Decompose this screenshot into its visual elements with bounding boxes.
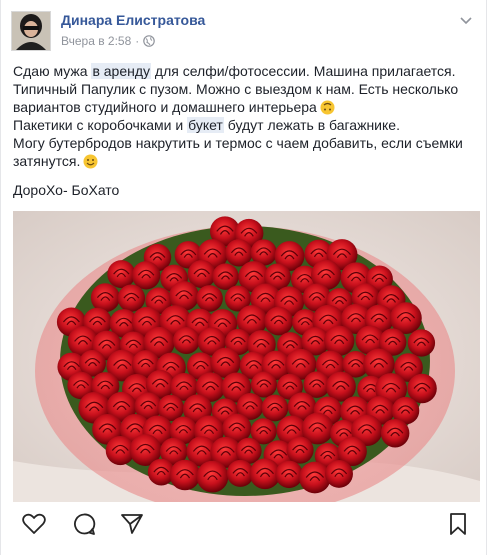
rose-flower: [407, 329, 436, 357]
chevron-down-icon[interactable]: [458, 13, 474, 29]
author-name[interactable]: Динара Елистратова: [61, 12, 205, 28]
post-text-line: будут лежать в багажнике.: [223, 117, 400, 133]
rose-flower: [131, 261, 161, 290]
comment-icon[interactable]: [71, 511, 97, 537]
post-text-line: для селфи/фотосессии. Машина прилагается…: [151, 63, 456, 79]
share-icon[interactable]: [119, 511, 145, 537]
rose-flower: [107, 260, 136, 289]
post-text-line: Могу бутербродов накрутить и термос с ча…: [13, 135, 463, 169]
rose-flower: [169, 459, 201, 491]
post-meta: Вчера в 2:58 ·: [61, 34, 156, 48]
heart-icon[interactable]: [21, 511, 47, 537]
post-text-line: Типичный Папулик с пузом. Можно с выездо…: [13, 81, 459, 115]
rose-flower: [117, 284, 146, 312]
rose-flower: [196, 285, 223, 312]
rose-flower: [172, 327, 200, 354]
rose-flower: [196, 460, 229, 493]
hashtag-link[interactable]: букет: [187, 117, 224, 133]
bookmark-icon[interactable]: [445, 511, 471, 537]
globe-icon[interactable]: [143, 35, 156, 47]
rose-flower: [90, 283, 120, 313]
post-text-line: Пакетики с коробочками и: [13, 117, 188, 133]
rose-flower: [286, 436, 314, 464]
post-header: Динара Елистратова Вчера в 2:58 ·: [11, 9, 478, 53]
post-text-line: Сдаю мужа: [13, 63, 92, 79]
timestamp[interactable]: Вчера в 2:58: [61, 34, 131, 48]
smile-emoji: [83, 154, 98, 169]
post-text: Сдаю мужа в аренду для селфи/фотосессии.…: [13, 62, 478, 170]
upside-down-face-emoji: [320, 100, 335, 115]
rose-flower: [264, 306, 294, 336]
rose-flower: [380, 418, 410, 448]
post-actions: [13, 505, 480, 545]
rose-flower: [250, 371, 277, 398]
hashtag-link[interactable]: в аренду: [91, 63, 152, 79]
rose-flower: [275, 460, 303, 489]
feed-post: Динара Елистратова Вчера в 2:58 · Сдаю м…: [0, 0, 487, 555]
rose-flower: [325, 459, 353, 488]
rose-bouquet-photo[interactable]: [13, 211, 480, 502]
avatar[interactable]: [11, 11, 51, 51]
post-signature: ДороХо- БоХато: [13, 182, 120, 198]
rose-flower: [261, 394, 289, 422]
rose-bouquet-image: [13, 211, 480, 502]
